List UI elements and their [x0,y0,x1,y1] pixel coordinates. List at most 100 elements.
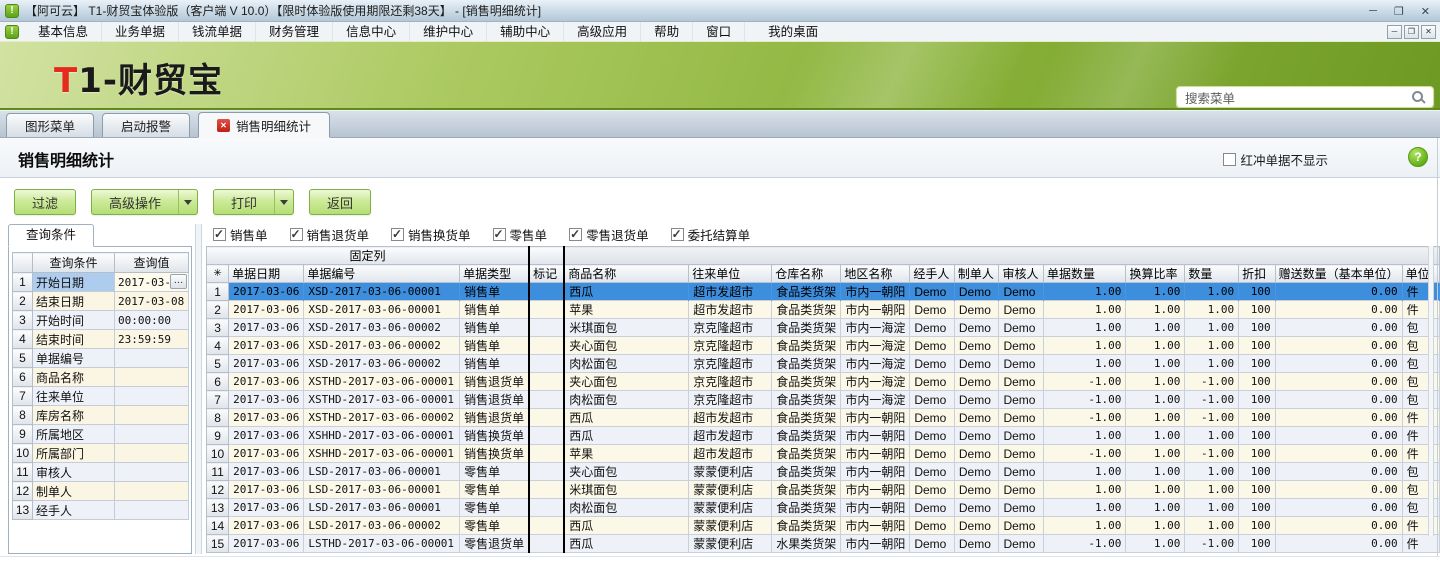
grid-cell[interactable]: 0.00 [1275,391,1402,409]
grid-cell[interactable]: 0.00 [1275,409,1402,427]
grid-cell[interactable]: 0.00 [1275,301,1402,319]
grid-cell[interactable]: Demo [954,373,999,391]
checkbox-icon[interactable] [569,228,582,241]
grid-cell[interactable]: 1.00 [1185,517,1239,535]
grid-cell[interactable]: 2017-03-06 [229,391,304,409]
grid-cell[interactable]: 1.00 [1126,517,1185,535]
grid-cell[interactable]: -1.00 [1185,409,1239,427]
grid-cell[interactable]: 0.00 [1275,445,1402,463]
grid-cell[interactable]: Demo [999,391,1044,409]
grid-cell[interactable]: Demo [999,427,1044,445]
query-value-cell[interactable] [115,482,189,501]
row-number[interactable]: 7 [207,391,229,409]
dropdown-arrow[interactable] [178,190,197,214]
grid-cell[interactable]: XSTHD-2017-03-06-00002 [304,409,460,427]
grid-cell[interactable]: 食品类货架 [772,373,841,391]
tab-close-icon[interactable]: ✕ [217,119,230,132]
grid-cell[interactable]: 销售单 [460,355,530,373]
grid-cell[interactable]: Demo [999,463,1044,481]
grid-cell[interactable]: Demo [999,499,1044,517]
grid-cell[interactable]: Demo [910,391,955,409]
query-value-cell[interactable]: 2017-03-01… [115,273,189,292]
grid-cell[interactable]: 100 [1239,463,1275,481]
grid-cell[interactable]: 2017-03-06 [229,337,304,355]
column-header[interactable]: 标记 [529,265,564,283]
grid-cell[interactable]: Demo [910,535,955,553]
grid-cell[interactable]: 1.00 [1044,301,1126,319]
grid-cell[interactable]: 西瓜 [564,427,688,445]
row-number[interactable]: 12 [13,482,33,501]
row-number[interactable]: 3 [13,311,33,330]
grid-cell[interactable]: Demo [999,283,1044,301]
grid-cell[interactable]: 市内一朝阳 [841,427,910,445]
grid-cell[interactable]: 1.00 [1185,427,1239,445]
grid-cell[interactable]: 食品类货架 [772,337,841,355]
grid-cell[interactable]: 西瓜 [564,517,688,535]
grid-cell[interactable]: 食品类货架 [772,409,841,427]
grid-row[interactable]: 22017-03-06XSD-2017-03-06-00001销售单苹果超市发超… [207,301,1440,319]
row-number[interactable]: 5 [13,349,33,368]
grid-cell[interactable]: Demo [999,517,1044,535]
grid-cell[interactable]: 苹果 [564,301,688,319]
grid-cell[interactable]: 1.00 [1044,517,1126,535]
row-number[interactable]: 14 [207,517,229,535]
restore-icon[interactable]: ❐ [1394,5,1404,18]
filter-button[interactable]: 过滤 [14,189,76,215]
row-number[interactable]: 6 [13,368,33,387]
grid-cell[interactable]: 蒙蒙便利店 [689,517,772,535]
grid-cell[interactable] [529,409,564,427]
grid-cell[interactable]: 1.00 [1044,499,1126,517]
grid-cell[interactable]: 2017-03-06 [229,427,304,445]
grid-cell[interactable]: LSD-2017-03-06-00001 [304,463,460,481]
grid-cell[interactable]: 肉松面包 [564,499,688,517]
grid-cell[interactable]: 件 [1402,535,1439,553]
grid-cell[interactable]: -1.00 [1185,535,1239,553]
grid-cell[interactable]: Demo [954,535,999,553]
grid-cell[interactable]: Demo [954,445,999,463]
grid-cell[interactable]: 零售单 [460,517,530,535]
grid-cell[interactable]: Demo [954,427,999,445]
grid-cell[interactable]: Demo [910,409,955,427]
grid-cell[interactable]: 京克隆超市 [689,337,772,355]
grid-cell[interactable]: Demo [999,481,1044,499]
row-number[interactable]: 4 [13,330,33,349]
grid-cell[interactable]: 蒙蒙便利店 [689,499,772,517]
grid-cell[interactable]: 1.00 [1126,301,1185,319]
grid-cell[interactable]: 食品类货架 [772,301,841,319]
doc-type-checkbox[interactable]: 零售退货单 [569,225,649,244]
menu-item[interactable]: 基本信息 [25,22,102,42]
grid-cell[interactable]: 京克隆超市 [689,355,772,373]
grid-cell[interactable]: 2017-03-06 [229,481,304,499]
grid-cell[interactable]: 2017-03-06 [229,499,304,517]
grid-cell[interactable] [529,427,564,445]
grid-cell[interactable]: 1.00 [1185,355,1239,373]
grid-cell[interactable]: Demo [999,319,1044,337]
grid-row[interactable]: 112017-03-06LSD-2017-03-06-00001零售单夹心面包蒙… [207,463,1440,481]
row-number[interactable]: 8 [13,406,33,425]
grid-cell[interactable]: 夹心面包 [564,463,688,481]
grid-cell[interactable]: 销售退货单 [460,409,530,427]
column-header[interactable]: 单据日期 [229,265,304,283]
grid-cell[interactable]: Demo [910,445,955,463]
column-header[interactable]: 地区名称 [841,265,910,283]
grid-cell[interactable]: 夹心面包 [564,373,688,391]
grid-cell[interactable]: 市内一海淀 [841,337,910,355]
menu-search-box[interactable]: 搜索菜单 [1176,86,1434,108]
grid-cell[interactable] [529,283,564,301]
row-number[interactable]: 10 [13,444,33,463]
column-header[interactable]: 制单人 [954,265,999,283]
grid-row[interactable]: 62017-03-06XSTHD-2017-03-06-00001销售退货单夹心… [207,373,1440,391]
grid-cell[interactable]: Demo [999,535,1044,553]
grid-cell[interactable]: 蒙蒙便利店 [689,535,772,553]
grid-cell[interactable]: 西瓜 [564,409,688,427]
grid-cell[interactable]: 京克隆超市 [689,391,772,409]
grid-cell[interactable]: Demo [954,481,999,499]
doc-type-checkbox[interactable]: 委托结算单 [671,225,751,244]
grid-cell[interactable]: 100 [1239,355,1275,373]
row-number[interactable]: 13 [13,501,33,520]
grid-cell[interactable]: 市内一朝阳 [841,463,910,481]
grid-cell[interactable] [529,391,564,409]
menu-item[interactable]: 维护中心 [410,22,487,42]
row-number[interactable]: 10 [207,445,229,463]
grid-cell[interactable]: 1.00 [1126,337,1185,355]
